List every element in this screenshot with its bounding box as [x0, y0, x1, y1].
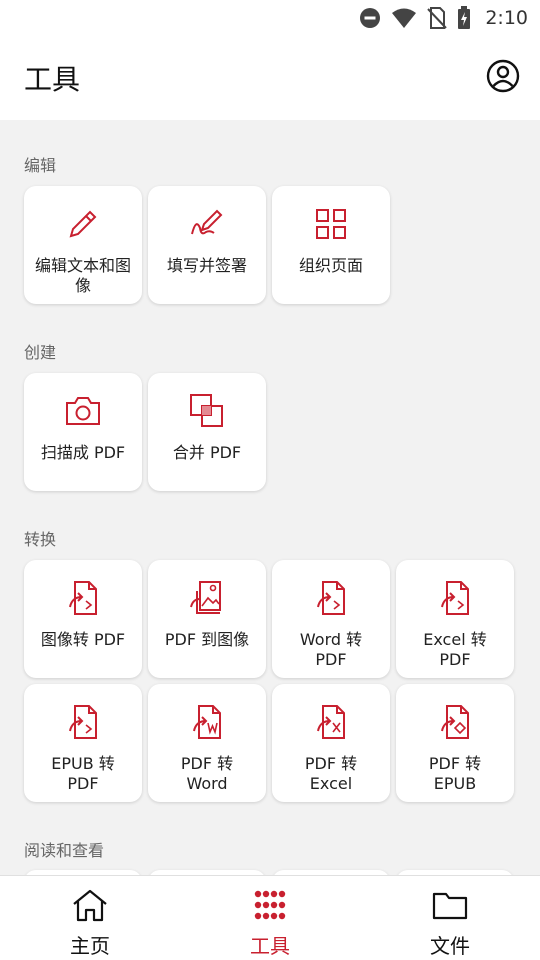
tool-card-label: Word 转 PDF [299, 630, 363, 669]
tools-content[interactable]: 编辑 编辑文本和图像 填写并签署 组织页面 创建 扫描成 PDF 合并 PDF … [0, 120, 540, 875]
tool-card-label: EPUB 转 PDF [51, 754, 115, 793]
tool-card-label: 合并 PDF [172, 443, 242, 462]
tool-card-epub-to-pdf[interactable]: EPUB 转 PDF [24, 684, 142, 802]
no-sim-icon [427, 7, 448, 29]
section-title-convert: 转换 [24, 530, 57, 549]
tool-card-label: 编辑文本和图像 [34, 256, 131, 295]
tool-card-pdf-to-epub[interactable]: PDF 转 EPUB [396, 684, 514, 802]
tool-card-label: 图像转 PDF [40, 630, 126, 649]
do-not-disturb-icon [359, 7, 381, 29]
nav-home[interactable]: 主页 [0, 876, 180, 960]
grid-pages-icon [311, 204, 351, 244]
battery-charging-icon [457, 6, 471, 30]
tool-card-excel-to-pdf[interactable]: Excel 转 PDF [396, 560, 514, 678]
pdf-convert-icon [435, 578, 475, 618]
camera-icon [63, 391, 103, 431]
pdf-convert-icon [63, 578, 103, 618]
account-icon[interactable] [486, 59, 520, 97]
app-bar: 工具 [0, 36, 540, 120]
tool-card-organize-pages[interactable]: 组织页面 [272, 186, 390, 304]
nav-label: 主页 [70, 934, 110, 958]
merge-squares-icon [187, 391, 227, 431]
tool-card-label: PDF 转 Word [180, 754, 234, 793]
tool-card-label: PDF 转 Excel [304, 754, 358, 793]
nav-label: 工具 [250, 934, 290, 958]
nav-label: 文件 [430, 934, 470, 958]
tool-card-fill-sign[interactable]: 填写并签署 [148, 186, 266, 304]
section-title-edit: 编辑 [24, 156, 57, 175]
bottom-navigation: 主页 工具 文件 [0, 875, 540, 960]
tool-card-label: Excel 转 PDF [423, 630, 487, 669]
folder-icon [431, 888, 469, 926]
tool-card-edit-text-images[interactable]: 编辑文本和图像 [24, 186, 142, 304]
tool-card-pdf-to-excel[interactable]: PDF 转 Excel [272, 684, 390, 802]
tool-card-label: PDF 转 EPUB [428, 754, 482, 793]
tool-card-scan-to-pdf[interactable]: 扫描成 PDF [24, 373, 142, 491]
pdf-convert-icon [311, 578, 351, 618]
wifi-icon [391, 7, 417, 29]
tool-card-label: 扫描成 PDF [40, 443, 126, 462]
section-title-read-view: 阅读和查看 [24, 841, 105, 860]
tool-card-label: 填写并签署 [166, 256, 247, 275]
section-title-create: 创建 [24, 343, 57, 362]
tool-card-label: 组织页面 [298, 256, 363, 275]
home-icon [71, 888, 109, 926]
tool-card-pdf-to-word[interactable]: PDF 转 Word [148, 684, 266, 802]
status-time: 2:10 [485, 7, 528, 29]
pdf-convert-icon [63, 702, 103, 742]
nav-tools[interactable]: 工具 [180, 876, 360, 960]
excel-convert-icon [311, 702, 351, 742]
tool-card-merge-pdf[interactable]: 合并 PDF [148, 373, 266, 491]
tools-grid-icon [253, 888, 287, 926]
nav-files[interactable]: 文件 [360, 876, 540, 960]
tool-card-label: PDF 到图像 [164, 630, 250, 649]
word-convert-icon [187, 702, 227, 742]
tool-card-image-to-pdf[interactable]: 图像转 PDF [24, 560, 142, 678]
pencil-icon [63, 204, 103, 244]
page-title: 工具 [24, 63, 81, 96]
image-convert-icon [187, 578, 227, 618]
epub-convert-icon [435, 702, 475, 742]
pen-signature-icon [187, 204, 227, 244]
tool-card-pdf-to-image[interactable]: PDF 到图像 [148, 560, 266, 678]
status-bar: 2:10 [0, 0, 540, 36]
tool-card-word-to-pdf[interactable]: Word 转 PDF [272, 560, 390, 678]
